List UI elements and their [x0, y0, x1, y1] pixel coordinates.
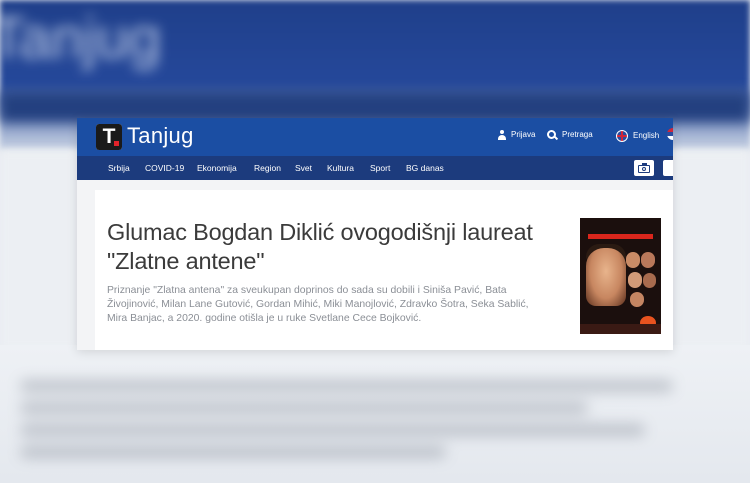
blurred-background-left — [0, 150, 78, 350]
camera-button[interactable] — [634, 160, 654, 176]
site-header: T Tanjug Prijava Pretraga English — [77, 118, 673, 156]
nav-item-bg-danas[interactable]: BG danas — [406, 163, 444, 173]
language-link[interactable]: English — [616, 130, 659, 142]
flag-uk-icon — [616, 130, 628, 142]
logo-dot — [114, 141, 119, 146]
video-button[interactable] — [663, 160, 673, 176]
camera-icon-lens — [642, 167, 646, 171]
poster-face-small — [626, 252, 640, 268]
search-label: Pretraga — [562, 130, 593, 140]
login-label: Prijava — [511, 130, 536, 140]
site-brand[interactable]: Tanjug — [127, 123, 194, 149]
poster-band — [588, 234, 653, 239]
poster-face-small — [628, 272, 642, 288]
nav-item-ekonomija[interactable]: Ekonomija — [197, 163, 237, 173]
nav-item-sport[interactable]: Sport — [370, 163, 390, 173]
blurred-background-text — [20, 370, 730, 470]
poster-face-small — [643, 273, 656, 288]
article-headline[interactable]: Glumac Bogdan Diklić ovogodišnji laureat… — [107, 218, 547, 276]
blurred-background-right — [672, 150, 750, 350]
user-icon — [498, 130, 506, 140]
nav-item-svet[interactable]: Svet — [295, 163, 312, 173]
logo-letter: T — [96, 124, 122, 150]
flag-rs-icon[interactable] — [667, 128, 673, 140]
nav-item-kultura[interactable]: Kultura — [327, 163, 354, 173]
blurred-background-logo: Tanjug — [0, 6, 161, 71]
language-label: English — [633, 131, 660, 141]
main-nav: Srbija COVID-19 Ekonomija Region Svet Ku… — [77, 156, 673, 180]
poster-face — [586, 248, 626, 306]
poster-face-small — [641, 252, 655, 268]
poster-footer — [580, 324, 661, 334]
article-card: Glumac Bogdan Diklić ovogodišnji laureat… — [95, 190, 673, 350]
search-icon — [547, 130, 557, 140]
site-logo[interactable]: T — [96, 124, 122, 150]
article-lead: Priznanje "Zlatna antena" za sveukupan d… — [107, 285, 529, 325]
poster-face-small — [630, 292, 644, 307]
login-link[interactable]: Prijava — [498, 130, 535, 140]
page-window: T Tanjug Prijava Pretraga English Srbija… — [77, 118, 673, 350]
nav-item-region[interactable]: Region — [254, 163, 281, 173]
nav-item-srbija[interactable]: Srbija — [108, 163, 130, 173]
nav-item-covid-19[interactable]: COVID-19 — [145, 163, 184, 173]
article-poster-image[interactable]: ​ — [580, 218, 661, 334]
poster-header: ​ — [583, 221, 658, 226]
search-link[interactable]: Pretraga — [547, 130, 593, 140]
